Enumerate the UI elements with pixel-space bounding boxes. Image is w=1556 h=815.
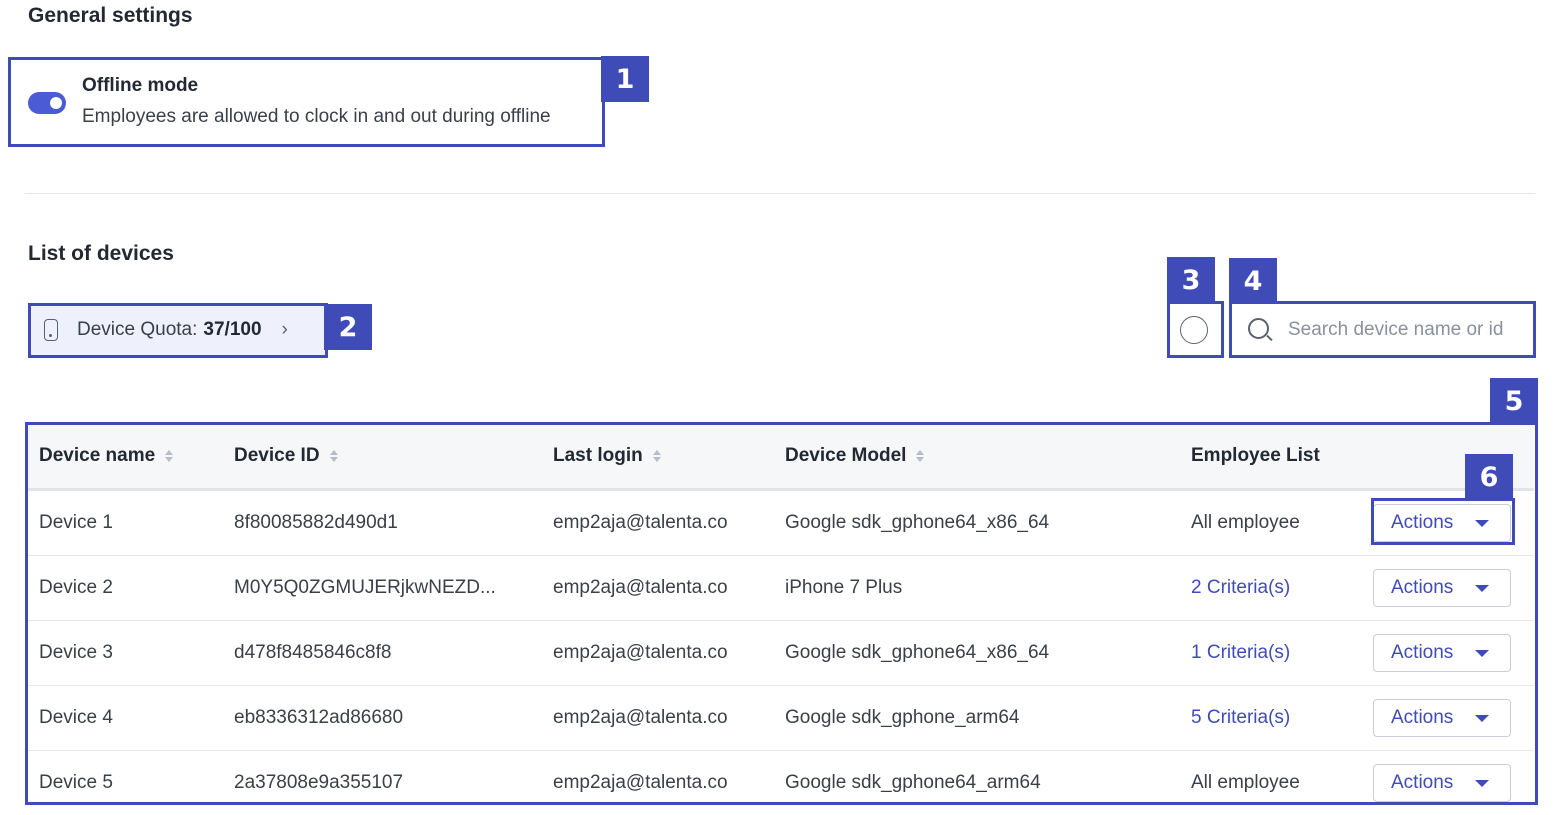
annotation-box-3 (1167, 301, 1224, 358)
annotation-badge-6: 6 (1465, 454, 1513, 500)
general-settings-title: General settings (28, 4, 193, 27)
annotation-box-4 (1229, 301, 1536, 358)
section-divider (25, 193, 1535, 194)
annotation-badge-1: 1 (601, 56, 649, 102)
annotation-badge-4: 4 (1229, 258, 1277, 304)
annotation-badge-3: 3 (1167, 257, 1215, 303)
annotation-box-5 (25, 422, 1538, 805)
annotation-box-2 (28, 303, 328, 358)
list-of-devices-title: List of devices (28, 242, 174, 265)
annotation-box-6 (1371, 498, 1515, 545)
annotation-badge-2: 2 (324, 304, 372, 350)
annotation-box-1 (8, 57, 605, 147)
annotation-badge-5: 5 (1490, 378, 1538, 424)
